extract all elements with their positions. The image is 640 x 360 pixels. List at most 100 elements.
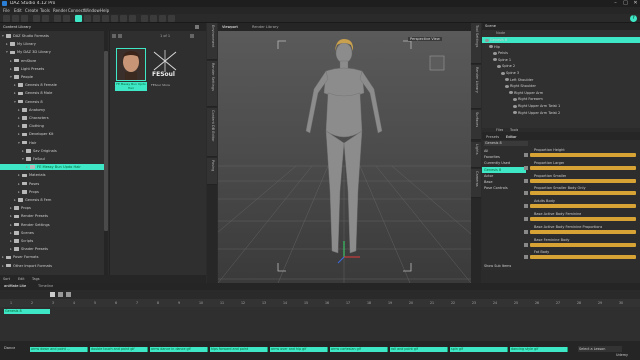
menu-connect[interactable]: Connect <box>68 8 85 13</box>
animation-clip[interactable]: roll and point gif <box>390 347 448 352</box>
scene-node[interactable]: Genesis 8 <box>482 37 640 43</box>
sort-tab[interactable]: Sort <box>3 277 10 281</box>
property-slider[interactable]: Base Active Body Feminine Proportions <box>524 225 636 235</box>
tree-item[interactable]: ▸ Poses <box>0 181 108 187</box>
animation-clip[interactable]: arms dance in dance gif <box>150 347 208 352</box>
slider-bar[interactable] <box>524 242 636 247</box>
tree-item[interactable]: ▸ Sav Originals <box>0 148 108 154</box>
undo-icon[interactable] <box>33 15 40 22</box>
show-sub-items-checkbox[interactable]: Show Sub Items <box>484 264 511 268</box>
tags-tab[interactable]: Tags <box>32 277 40 281</box>
scene-node[interactable]: Right Upper Arm <box>482 90 640 96</box>
tree-item[interactable]: ▾ Genesis 8 <box>0 99 108 105</box>
tab-content-library[interactable]: Content Library <box>3 25 31 29</box>
lock-icon[interactable] <box>524 191 528 196</box>
visibility-eye-icon[interactable] <box>505 78 509 82</box>
animation-clip[interactable]: double touch and point gif <box>90 347 148 352</box>
scene-node[interactable]: Right Upper Arm Twist 1 <box>482 103 640 109</box>
tree-item[interactable]: ▸ Poser Formats <box>0 254 108 260</box>
tree-item[interactable]: ▸ Characters <box>0 115 108 121</box>
slider-bar[interactable] <box>524 229 636 234</box>
param-group[interactable]: All <box>482 148 526 154</box>
tools-tab[interactable]: Tools <box>510 128 518 132</box>
param-group[interactable]: Actor <box>482 173 526 179</box>
slider-bar[interactable] <box>524 153 636 157</box>
vertical-tab[interactable]: Render Settings <box>207 61 217 107</box>
tree-scrollbar[interactable] <box>104 31 108 275</box>
back-icon[interactable] <box>112 34 116 38</box>
scene-node[interactable]: Spine 2 <box>482 63 640 69</box>
vertical-tab[interactable]: Lights <box>471 141 481 169</box>
thumbnail-fesoul-store[interactable]: FESoul <box>150 48 180 81</box>
menu-tools[interactable]: Tools <box>40 8 50 13</box>
universal-tool-icon[interactable] <box>75 15 82 22</box>
tree-item[interactable]: ▸ Light Presets <box>0 66 108 72</box>
tree-item[interactable]: ▸ Genesis 8 Fem <box>0 197 108 203</box>
tree-item[interactable]: ▾ Hair <box>0 140 108 146</box>
tree-item[interactable]: ▸ Scenes <box>0 230 108 236</box>
primitive-icon[interactable] <box>168 15 175 22</box>
visibility-eye-icon[interactable] <box>513 111 517 115</box>
tree-item[interactable]: ▸ Scripts <box>0 238 108 244</box>
tree-item[interactable]: ▸ Genesis 8 Male <box>0 90 108 96</box>
menu-edit[interactable]: Edit <box>14 8 22 13</box>
camera-icon[interactable] <box>150 15 157 22</box>
vertical-tab[interactable]: Render Library <box>471 65 481 109</box>
lock-icon[interactable] <box>524 153 528 157</box>
scene-node[interactable]: Hip <box>482 44 640 50</box>
close-button[interactable]: ✕ <box>631 0 640 7</box>
slider-bar[interactable] <box>524 204 636 209</box>
tab-render-library[interactable]: Render Library <box>252 25 279 29</box>
property-slider[interactable]: Proportion Larger <box>524 161 636 171</box>
visibility-eye-icon[interactable] <box>513 104 517 108</box>
dance-category[interactable]: Dance <box>4 346 15 350</box>
visibility-eye-icon[interactable] <box>489 45 493 49</box>
lock-icon[interactable] <box>524 204 528 209</box>
node-selection-icon[interactable] <box>111 15 118 22</box>
tab-presets[interactable]: Presets <box>486 135 499 139</box>
visibility-eye-icon[interactable] <box>485 38 489 42</box>
vertical-tab[interactable]: Cameras <box>471 169 481 198</box>
menu-create[interactable]: Create <box>25 8 38 13</box>
tree-item[interactable]: ▸ Shader Presets <box>0 246 108 252</box>
menu-window[interactable]: Window <box>84 8 100 13</box>
slider-bar[interactable] <box>524 191 636 196</box>
param-group[interactable]: Favorites <box>482 154 526 160</box>
render-icon[interactable] <box>54 15 61 22</box>
visibility-eye-icon[interactable] <box>497 64 501 68</box>
slider-bar[interactable] <box>524 178 636 183</box>
menu-render[interactable]: Render <box>53 8 67 13</box>
scene-node[interactable]: Pelvis <box>482 50 640 56</box>
visibility-eye-icon[interactable] <box>493 58 497 62</box>
vertical-tab[interactable]: Environment <box>207 23 217 61</box>
render-settings-icon[interactable] <box>63 15 70 22</box>
property-slider[interactable]: Proportion Smaller Body Only <box>524 186 636 196</box>
tree-item[interactable]: ▾ FeSoul <box>0 156 108 162</box>
property-slider[interactable]: Adults Body <box>524 199 636 209</box>
scene-node[interactable]: Right Shoulder <box>482 83 640 89</box>
property-slider[interactable]: Proportion Height <box>524 148 636 158</box>
animation-clip[interactable]: dancing style gif <box>510 347 568 352</box>
vertical-tab[interactable]: Posing <box>207 158 217 185</box>
loop-icon[interactable] <box>66 292 71 297</box>
stop-icon[interactable] <box>58 292 63 297</box>
tab-scene[interactable]: Scene <box>485 24 496 28</box>
panel-menu-icon[interactable] <box>195 25 199 29</box>
minimize-button[interactable]: – <box>611 0 620 7</box>
perspective-view-dropdown[interactable]: Perspective View <box>408 37 442 41</box>
tree-item[interactable]: ▸ Render Presets <box>0 213 108 219</box>
lock-icon[interactable] <box>524 229 528 234</box>
lock-icon[interactable] <box>524 165 528 170</box>
tree-item[interactable]: ▸ Render Settings <box>0 222 108 228</box>
3d-viewport[interactable]: Perspective View <box>218 31 471 283</box>
tree-item[interactable]: ▾ DAZ Studio Formats <box>0 33 108 39</box>
scale-tool-icon[interactable] <box>102 15 109 22</box>
param-group[interactable]: Genesis 8 <box>482 166 526 173</box>
menu-file[interactable]: File <box>3 8 10 13</box>
vertical-tab[interactable]: Content DB Editor <box>207 107 217 158</box>
animation-clip[interactable]: hips forward and point <box>210 347 268 352</box>
tree-item[interactable]: ▸ emStore <box>0 58 108 64</box>
param-group[interactable]: Base <box>482 179 526 185</box>
slider-bar[interactable] <box>524 217 636 221</box>
tree-item[interactable]: ▸ Props <box>0 189 108 195</box>
